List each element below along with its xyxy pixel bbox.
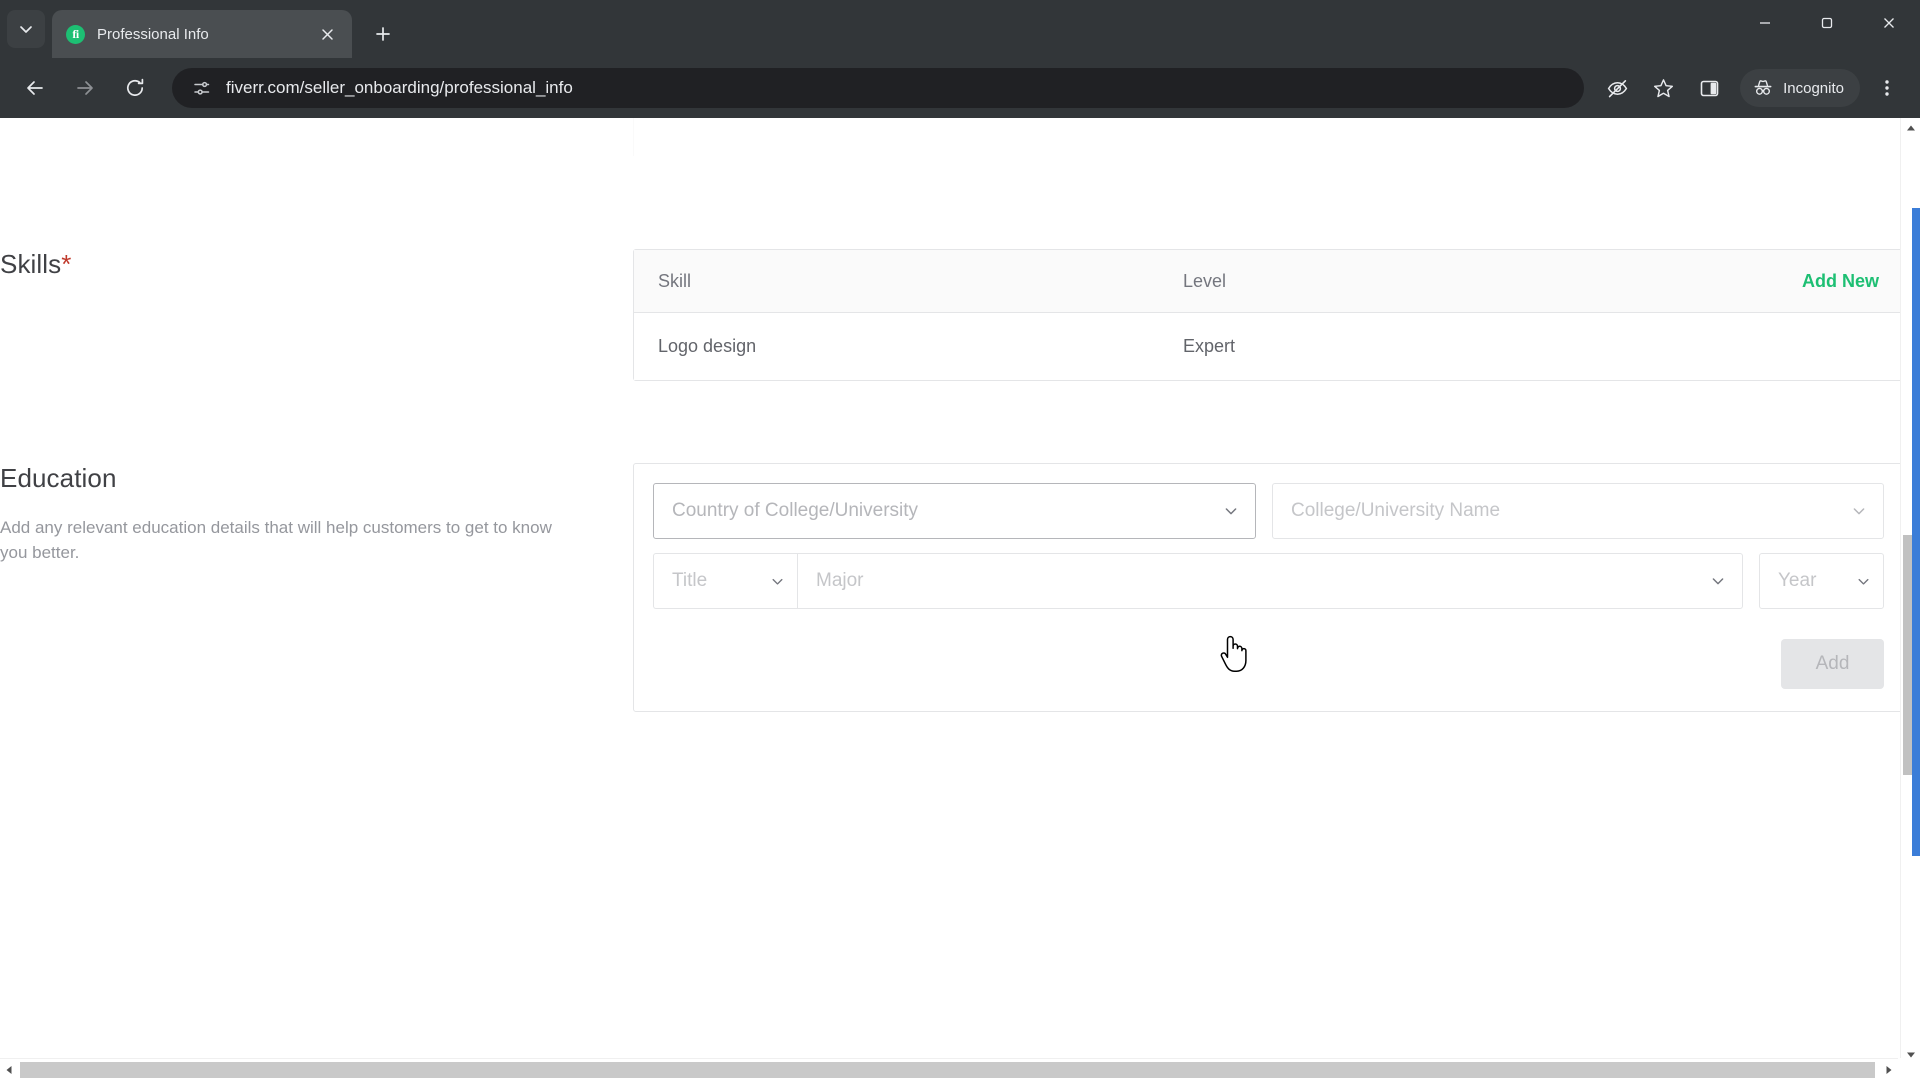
country-select[interactable]: Country of College/University — [653, 483, 1256, 539]
education-section-right: Country of College/University College/Un… — [633, 463, 1904, 712]
skills-required-marker: * — [61, 249, 72, 279]
url-text: fiverr.com/seller_onboarding/professiona… — [226, 78, 573, 97]
side-panel-button[interactable] — [1688, 67, 1730, 109]
title-select-placeholder: Title — [672, 570, 708, 591]
side-panel-icon — [1700, 80, 1718, 96]
skills-table-header: Skill Level Add New — [634, 250, 1903, 313]
tab-search-button[interactable] — [7, 10, 45, 48]
triangle-left-icon — [6, 1066, 12, 1074]
skill-name-cell: Logo design — [658, 336, 757, 356]
skills-heading-text: Skills — [0, 249, 62, 279]
education-section: Education Add any relevant education det… — [0, 381, 1904, 712]
close-icon — [1884, 18, 1894, 28]
tune-icon — [193, 81, 209, 95]
triangle-up-icon — [1907, 125, 1915, 131]
skills-section-right: Skill Level Add New Logo design Expert — [633, 249, 1904, 381]
horizontal-scrollbar[interactable] — [0, 1058, 1920, 1080]
table-row: Logo design Expert — [634, 313, 1903, 380]
column-header-skill: Skill — [658, 270, 692, 291]
tab-close-button[interactable] — [314, 21, 340, 47]
skills-heading: Skills* — [0, 249, 633, 280]
close-icon — [321, 28, 333, 40]
window-close-button[interactable] — [1858, 0, 1920, 46]
scrollbar-corner — [1898, 1058, 1920, 1080]
college-name-select[interactable]: College/University Name — [1272, 483, 1884, 539]
plus-icon — [376, 27, 390, 41]
page-highlight-bar — [1912, 208, 1920, 856]
education-actions: Add — [653, 639, 1884, 689]
skill-level-cell: Expert — [1183, 336, 1236, 356]
education-section-left: Education Add any relevant education det… — [0, 463, 633, 565]
maximize-icon — [1821, 17, 1833, 29]
chevron-down-icon — [20, 26, 32, 33]
arrow-right-icon — [77, 81, 93, 95]
browser-tab[interactable]: fi Professional Info — [52, 10, 352, 58]
chevron-down-icon — [1223, 503, 1239, 519]
triangle-right-icon — [1886, 1066, 1892, 1074]
title-select[interactable]: Title — [653, 553, 797, 609]
scroll-up-button[interactable] — [1901, 118, 1920, 138]
tracking-protection-button[interactable] — [1596, 67, 1638, 109]
star-icon — [1653, 78, 1673, 97]
favicon-letter: fi — [72, 27, 79, 41]
window-maximize-button[interactable] — [1796, 0, 1858, 46]
horizontal-scroll-thumb[interactable] — [20, 1062, 1875, 1078]
major-select[interactable]: Major — [797, 553, 1743, 609]
column-header-level: Level — [1183, 270, 1227, 291]
scroll-right-button[interactable] — [1880, 1059, 1898, 1080]
back-button[interactable] — [14, 67, 56, 109]
chevron-down-icon — [770, 574, 785, 589]
incognito-hat-icon — [1754, 80, 1772, 95]
skills-section: Skills* Skill Level Add New Logo design … — [0, 118, 1904, 381]
tab-strip: fi Professional Info — [0, 0, 1920, 58]
add-education-button[interactable]: Add — [1781, 639, 1884, 689]
forward-button[interactable] — [64, 67, 106, 109]
eye-slash-icon — [1607, 79, 1627, 97]
fiverr-favicon-icon: fi — [66, 24, 85, 44]
chevron-down-icon — [1710, 573, 1726, 589]
incognito-label: Incognito — [1783, 79, 1844, 97]
year-select[interactable]: Year — [1759, 553, 1884, 609]
three-dot-menu-icon — [1885, 80, 1889, 96]
new-tab-button[interactable] — [366, 17, 400, 51]
scroll-left-button[interactable] — [0, 1059, 18, 1080]
browser-window: fi Professional Info fiverr.com/seller_o… — [0, 0, 1920, 1080]
education-description: Add any relevant education details that … — [0, 518, 552, 562]
minimize-icon — [1760, 22, 1770, 24]
window-controls — [1734, 0, 1920, 46]
college-name-placeholder: College/University Name — [1291, 500, 1501, 521]
add-new-skill-link[interactable]: Add New — [1802, 271, 1879, 292]
reload-button[interactable] — [114, 67, 156, 109]
incognito-indicator[interactable]: Incognito — [1740, 69, 1860, 107]
education-form-row-2: Title Major Year — [653, 553, 1884, 609]
page-viewport: Skills* Skill Level Add New Logo design … — [0, 118, 1920, 1080]
tab-title: Professional Info — [97, 25, 209, 43]
country-select-placeholder: Country of College/University — [672, 500, 919, 521]
browser-menu-button[interactable] — [1866, 67, 1908, 109]
window-minimize-button[interactable] — [1734, 0, 1796, 46]
professional-info-page: Skills* Skill Level Add New Logo design … — [0, 118, 1904, 1048]
chevron-down-icon — [1851, 503, 1867, 519]
skills-table-card: Skill Level Add New Logo design Expert — [633, 249, 1904, 381]
tab-search-area — [0, 0, 52, 58]
reload-icon — [127, 78, 144, 96]
arrow-left-icon — [27, 81, 43, 95]
education-form-card: Country of College/University College/Un… — [633, 463, 1904, 712]
chevron-down-icon — [1856, 574, 1871, 589]
major-placeholder: Major — [816, 570, 864, 591]
year-select-placeholder: Year — [1778, 570, 1817, 591]
site-settings-button[interactable] — [186, 73, 216, 103]
bookmark-button[interactable] — [1642, 67, 1684, 109]
education-heading: Education — [0, 463, 117, 493]
education-form-row-1: Country of College/University College/Un… — [653, 483, 1884, 539]
address-bar[interactable]: fiverr.com/seller_onboarding/professiona… — [172, 68, 1585, 108]
skills-section-left: Skills* — [0, 249, 633, 280]
browser-toolbar: fiverr.com/seller_onboarding/professiona… — [0, 58, 1920, 118]
